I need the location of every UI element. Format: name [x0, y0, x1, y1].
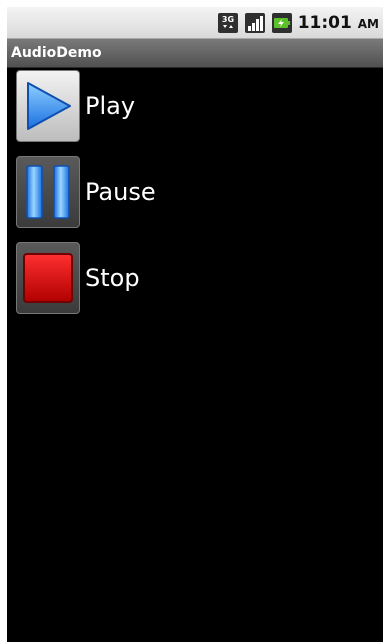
pause-label: Pause — [85, 178, 156, 206]
stop-icon — [23, 253, 73, 303]
pause-icon — [26, 165, 70, 219]
stop-button[interactable] — [16, 242, 80, 314]
status-bar: 3G 11:01 AM — [7, 7, 383, 39]
play-icon — [27, 82, 71, 130]
status-clock: 11:01 AM — [298, 12, 379, 35]
clock-time: 11:01 — [297, 12, 352, 33]
signal-strength-icon — [244, 13, 265, 33]
network-3g-icon: 3G — [217, 13, 238, 33]
battery-charging-icon — [271, 13, 292, 33]
play-row: Play — [16, 70, 316, 142]
status-icons: 3G 11:01 AM — [217, 11, 379, 35]
stop-row: Stop — [16, 242, 316, 314]
app-window: 3G 11:01 AM AudioDemo Play Pause Stop — [7, 7, 383, 642]
stop-label: Stop — [85, 264, 140, 292]
play-button[interactable] — [16, 70, 80, 142]
app-title: AudioDemo — [11, 45, 102, 61]
svg-text:3G: 3G — [222, 15, 234, 24]
pause-row: Pause — [16, 156, 316, 228]
pause-button[interactable] — [16, 156, 80, 228]
title-bar: AudioDemo — [7, 39, 383, 68]
clock-ampm: AM — [357, 16, 379, 31]
play-label: Play — [85, 92, 136, 120]
